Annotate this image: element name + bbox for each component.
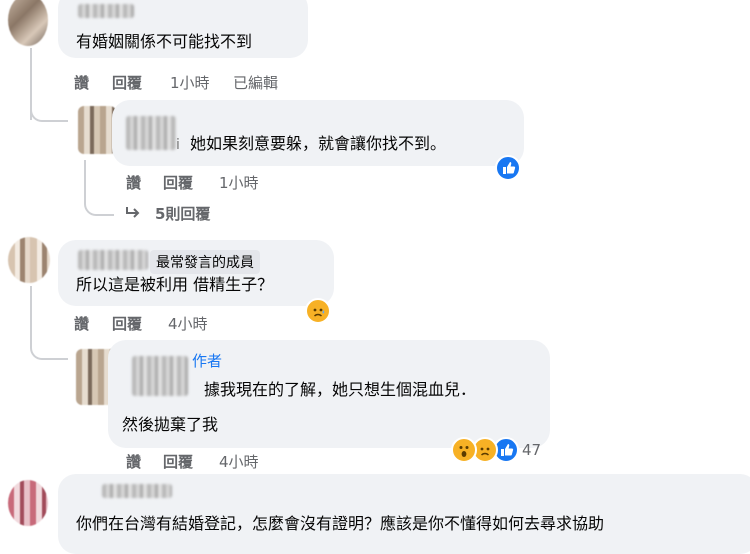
comment-bubble: 最常發言的成員 所以這是被利用 借精生子？ bbox=[58, 240, 334, 306]
comment-text: 有婚姻關係不可能找不到 bbox=[76, 32, 253, 51]
avatar[interactable] bbox=[8, 237, 50, 283]
sad-icon[interactable] bbox=[305, 298, 331, 324]
like-button[interactable]: 讚 bbox=[74, 72, 89, 93]
thread-connector bbox=[30, 100, 68, 122]
reply-text-line1: 據我現在的了解，她只想生個混血兒． bbox=[204, 380, 477, 399]
view-more-replies-button[interactable]: 5則回覆 bbox=[155, 203, 210, 224]
like-button[interactable]: 讚 bbox=[126, 172, 141, 193]
commenter-name[interactable] bbox=[78, 4, 134, 18]
thread-connector bbox=[84, 190, 114, 216]
comment-text: 所以這是被利用 借精生子？ bbox=[76, 275, 274, 294]
comment-text: 你們在台灣有結婚登記，怎麼會沒有證明？應該是你不懂得如何去尋求協助 bbox=[76, 514, 605, 533]
reply-bubble: i 她如果刻意要躲，就會讓你找不到。 bbox=[112, 100, 524, 166]
replier-name[interactable] bbox=[126, 116, 176, 150]
reply-button[interactable]: 回覆 bbox=[112, 313, 142, 334]
replier-name[interactable] bbox=[132, 356, 188, 396]
comment-timestamp[interactable]: 4小時 bbox=[168, 313, 208, 334]
reply-timestamp[interactable]: 4小時 bbox=[219, 451, 259, 472]
comment-bubble: 有婚姻關係不可能找不到 bbox=[58, 0, 308, 58]
thread-line bbox=[30, 286, 32, 342]
like-button[interactable]: 讚 bbox=[126, 451, 141, 472]
reply-button[interactable]: 回覆 bbox=[163, 451, 193, 472]
member-badge[interactable]: 最常發言的成員 bbox=[150, 250, 260, 274]
author-badge[interactable]: 作者 bbox=[192, 350, 222, 371]
avatar[interactable] bbox=[8, 0, 48, 46]
reply-timestamp[interactable]: 1小時 bbox=[219, 172, 259, 193]
like-icon[interactable] bbox=[495, 155, 521, 181]
reply-text: 她如果刻意要躲，就會讓你找不到。 bbox=[190, 134, 447, 153]
reply-text-line2: 然後拋棄了我 bbox=[122, 415, 219, 434]
edited-label[interactable]: 已編輯 bbox=[233, 72, 278, 93]
reply-button[interactable]: 回覆 bbox=[112, 72, 142, 93]
comment-bubble: 你們在台灣有結婚登記，怎麼會沒有證明？應該是你不懂得如何去尋求協助 bbox=[58, 474, 750, 554]
like-button[interactable]: 讚 bbox=[74, 313, 89, 334]
reply-arrow-icon bbox=[126, 207, 140, 218]
thread-connector bbox=[30, 336, 68, 360]
avatar[interactable] bbox=[8, 480, 48, 526]
reaction-count[interactable]: 47 bbox=[522, 441, 541, 459]
reply-button[interactable]: 回覆 bbox=[163, 172, 193, 193]
commenter-name[interactable] bbox=[102, 484, 172, 498]
reply-bubble: 作者 據我現在的了解，她只想生個混血兒． 然後拋棄了我 bbox=[108, 340, 550, 448]
reply-name-tail: i bbox=[176, 137, 180, 153]
commenter-name[interactable] bbox=[78, 250, 148, 270]
comment-timestamp[interactable]: 1小時 bbox=[170, 72, 210, 93]
wow-icon[interactable] bbox=[451, 437, 477, 463]
avatar[interactable] bbox=[78, 106, 116, 154]
